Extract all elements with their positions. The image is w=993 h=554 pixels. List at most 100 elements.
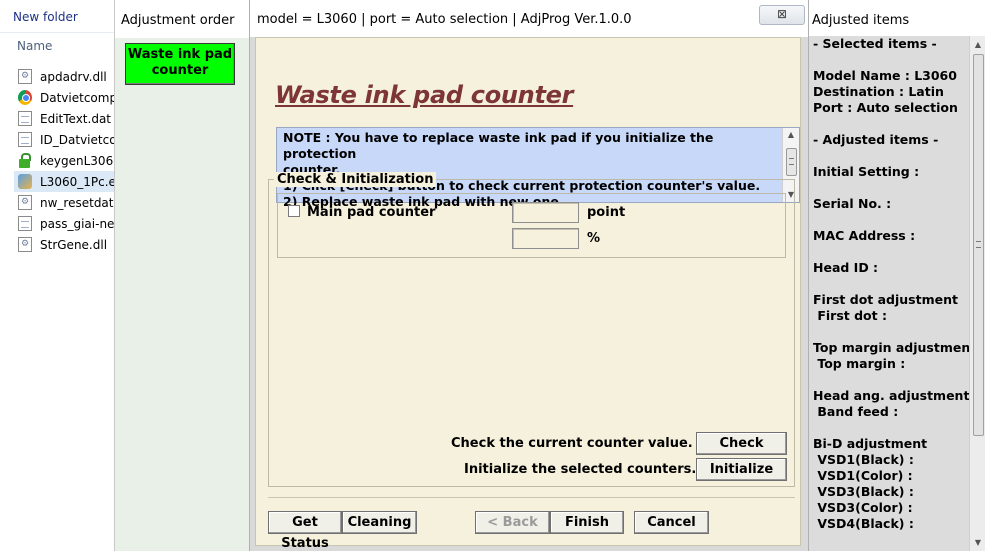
get-status-button[interactable]: Get Status — [268, 511, 342, 551]
adjusted-item-line: Top margin : — [813, 356, 906, 371]
close-icon: ⊠ — [776, 7, 788, 21]
page-title: Waste ink pad counter — [275, 81, 574, 109]
adjusted-item-line: VSD1(Black) : — [813, 452, 914, 467]
file-item[interactable]: StrGene.dll — [14, 234, 114, 255]
adjusted-item-line: Head ang. adjustment — [813, 388, 970, 403]
adjusted-item-line: VSD3(Color) : — [813, 500, 913, 515]
dll-file-icon — [18, 195, 32, 210]
adjusted-item-line: VSD4(Black) : — [813, 516, 914, 531]
scroll-up-icon[interactable]: ▲ — [970, 40, 986, 49]
file-item[interactable]: Datvietcompu — [14, 87, 114, 108]
adjusted-item-line: Destination : Latin — [813, 84, 944, 99]
adjusted-item-line: VSD1(Color) : — [813, 468, 913, 483]
initialize-button[interactable]: Initialize — [696, 458, 787, 481]
adjusted-item-line: Band feed : — [813, 404, 899, 419]
scroll-thumb[interactable] — [786, 148, 797, 176]
initialize-hint: Initialize the selected counters. --> — [464, 462, 723, 477]
adjusted-item-line — [813, 116, 971, 132]
adjusted-item-line: MAC Address : — [813, 228, 916, 243]
document-icon — [18, 132, 32, 147]
app-icon — [18, 174, 32, 189]
adjusted-item-line: Initial Setting : — [813, 164, 920, 179]
main-pad-label: Main pad counter — [307, 205, 436, 220]
check-button[interactable]: Check — [696, 432, 787, 455]
adjusted-item-line — [813, 148, 971, 164]
finish-button[interactable]: Finish — [550, 511, 624, 534]
panel-edge — [985, 36, 993, 551]
adjusted-item-line — [813, 372, 971, 388]
file-item-selected[interactable]: L3060_1Pc.exe — [14, 171, 114, 192]
window-title: model = L3060 | port = Auto selection | … — [257, 12, 632, 27]
dll-file-icon — [18, 237, 32, 252]
adjustment-order-title: Adjustment order — [121, 13, 235, 28]
adjusted-item-line: Serial No. : — [813, 196, 892, 211]
name-column-header[interactable]: Name — [17, 39, 52, 53]
file-item[interactable]: EditText.dat — [14, 108, 114, 129]
adjusted-items-header: Adjusted items — [809, 0, 993, 36]
adjusted-item-line: First dot : — [813, 308, 887, 323]
file-name: Datvietcompu — [40, 90, 114, 105]
waste-ink-pad-counter-item[interactable]: Waste ink pad counter — [125, 43, 235, 85]
adjusted-item-line — [813, 324, 971, 340]
scroll-down-icon[interactable]: ▼ — [970, 538, 986, 547]
file-item[interactable]: ID_Datvietcom — [14, 129, 114, 150]
adjusted-items-panel: Adjusted items - Selected items - Model … — [809, 0, 993, 551]
file-name: pass_giai-nen. — [40, 216, 114, 231]
adjustment-order-panel: Adjustment order Waste ink pad counter — [114, 0, 249, 551]
adjusted-item-line — [813, 52, 971, 68]
adjusted-items-scrollbar[interactable]: ▲ ▼ — [969, 36, 986, 551]
file-name: apdadrv.dll — [40, 69, 107, 84]
adjusted-items-title: Adjusted items — [812, 13, 910, 28]
item-label-line2: counter — [151, 63, 209, 78]
adjusted-item-line: Head ID : — [813, 260, 879, 275]
note-line: NOTE : You have to replace waste ink pad… — [283, 130, 714, 161]
file-name: EditText.dat — [40, 111, 111, 126]
adjusted-item-line: VSD3(Black) : — [813, 484, 914, 499]
adjusted-item-line — [813, 244, 971, 260]
adjusted-item-line: - Adjusted items - — [813, 132, 939, 147]
new-folder-button[interactable]: New folder — [13, 10, 78, 24]
adjusted-item-line: Model Name : L3060 — [813, 68, 957, 83]
file-name: keygenL3060.e — [40, 153, 114, 168]
check-hint: Check the current counter value. --> — [451, 436, 719, 451]
percent-unit-label: % — [587, 231, 601, 246]
file-item[interactable]: nw_resetdata. — [14, 192, 114, 213]
cancel-button[interactable]: Cancel — [634, 511, 709, 534]
file-item[interactable]: keygenL3060.e — [14, 150, 114, 171]
close-button[interactable]: ⊠ — [759, 5, 805, 25]
main-pad-checkbox[interactable] — [288, 205, 300, 217]
adjusted-item-line: - Selected items - — [813, 36, 937, 51]
scroll-thumb[interactable] — [973, 54, 984, 436]
adjusted-item-line — [813, 420, 971, 436]
group-title: Check & Initialization — [274, 172, 437, 187]
adjusted-item-line: First dot adjustment — [813, 292, 958, 307]
lock-icon — [18, 153, 32, 168]
adjprog-window: model = L3060 | port = Auto selection | … — [249, 0, 809, 551]
adjusted-item-line — [813, 212, 971, 228]
file-name: StrGene.dll — [40, 237, 108, 252]
document-icon — [18, 111, 32, 126]
adjustment-order-header: Adjustment order — [115, 0, 249, 38]
adjusted-item-line — [813, 276, 971, 292]
file-name: ID_Datvietcom — [40, 132, 114, 147]
scroll-up-icon[interactable]: ▲ — [783, 128, 799, 142]
document-icon — [18, 216, 32, 231]
file-name: L3060_1Pc.exe — [40, 174, 114, 189]
file-item[interactable]: apdadrv.dll — [14, 66, 114, 87]
dll-file-icon — [18, 69, 32, 84]
file-explorer-pane: New folder Name apdadrv.dll Datvietcompu… — [0, 0, 114, 551]
percent-value-field — [512, 228, 579, 249]
point-unit-label: point — [587, 205, 626, 220]
adjusted-items-list[interactable]: - Selected items - Model Name : L3060 Des… — [813, 36, 971, 551]
cleaning-button[interactable]: Cleaning — [342, 511, 417, 534]
point-value-field — [512, 202, 579, 223]
chrome-icon — [18, 90, 32, 105]
file-item[interactable]: pass_giai-nen. — [14, 213, 114, 234]
footer-divider — [268, 497, 795, 498]
adjusted-item-line: Top margin adjustment — [813, 340, 971, 355]
window-titlebar: model = L3060 | port = Auto selection | … — [250, 0, 808, 37]
back-button[interactable]: < Back — [475, 511, 550, 534]
toolbar-divider — [0, 32, 114, 33]
adjusted-item-line — [813, 180, 971, 196]
file-list: apdadrv.dll Datvietcompu EditText.dat ID… — [14, 66, 114, 255]
